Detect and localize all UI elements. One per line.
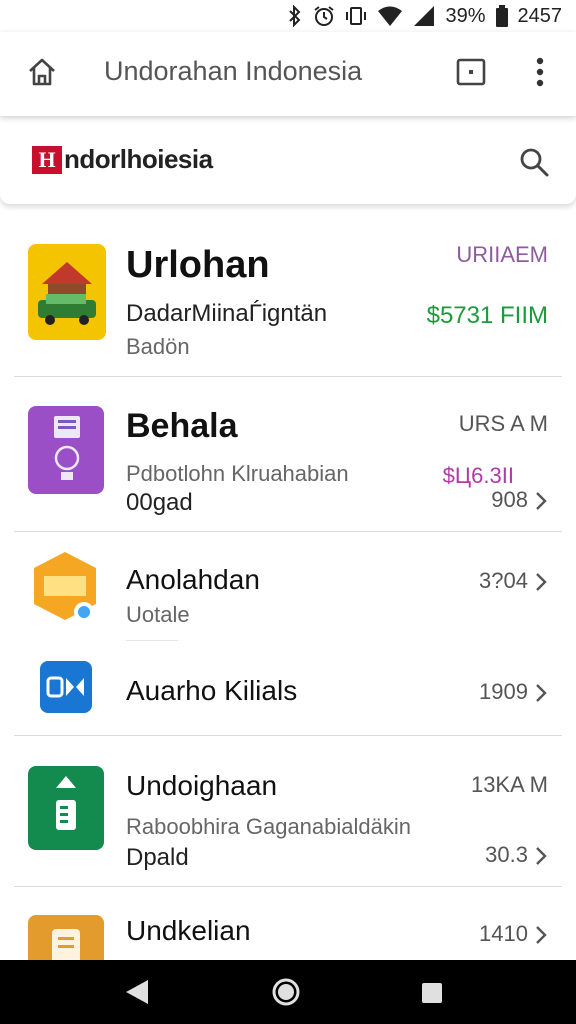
wifi-icon: [378, 6, 403, 26]
signal-icon: [414, 6, 435, 26]
list-item[interactable]: Anolahdan Uotale 3?04: [0, 532, 576, 640]
app-icon: [28, 915, 104, 960]
chevron-right-icon[interactable]: [534, 571, 548, 593]
item-detail: Badön: [126, 334, 190, 359]
list-item[interactable]: Behala Pdbotlohn Klruahabian 00gad URS A…: [0, 377, 576, 531]
item-count: 3?04: [479, 568, 528, 593]
item-meta-bottom: 908: [491, 487, 548, 513]
logo-text: ndorlhoiesia: [64, 144, 213, 174]
site-header: H ndorlhoiesia: [0, 118, 576, 204]
item-count: 908: [491, 487, 528, 512]
item-meta-bottom: 30.3: [485, 842, 548, 868]
browser-toolbar: Undorahan Indonesia: [0, 32, 576, 116]
chevron-right-icon[interactable]: [534, 682, 548, 704]
list-item[interactable]: Urlohan DadarMiinaЃigntän Badön URIIAEM …: [0, 206, 576, 376]
battery-percent: 39%: [445, 4, 486, 27]
item-count: 30.3: [485, 842, 528, 867]
document-icon: [28, 766, 104, 850]
clock-time: 2457: [517, 4, 563, 27]
item-name: Anolahdan: [126, 564, 260, 595]
site-logo[interactable]: H ndorlhoiesia: [32, 144, 213, 175]
item-subtitle: DadarMiinaЃigntän: [126, 300, 328, 327]
bluetooth-icon: [289, 5, 301, 27]
item-price: $Ц6.3II: [442, 463, 514, 488]
item-count: 1410: [479, 921, 528, 946]
chevron-right-icon[interactable]: [534, 490, 548, 512]
device-icon: [28, 406, 104, 494]
badge-icon: [32, 550, 98, 624]
item-meta-top: URIIAEM: [456, 242, 548, 267]
item-count: 1909: [479, 679, 528, 704]
page-title: Undorahan Indonesia: [104, 56, 363, 86]
search-icon[interactable]: [518, 146, 550, 178]
recents-icon[interactable]: [420, 981, 444, 1005]
item-meta-top-wrap: 3?04: [479, 568, 548, 594]
logo-mark: H: [32, 145, 62, 174]
item-meta-top-wrap: 1909: [479, 679, 548, 705]
tab-icon[interactable]: [455, 56, 487, 88]
home-icon[interactable]: [26, 56, 58, 88]
item-meta-top: 13KA M: [470, 772, 548, 797]
item-subtitle: Pdbotlohn Klruahabian: [126, 461, 349, 486]
item-detail: Uotale: [126, 602, 190, 627]
chevron-right-icon[interactable]: [534, 845, 548, 867]
vibrate-icon: [346, 7, 367, 25]
list-item[interactable]: Undoighaan Raboobhira Gaganabialdäkin Dp…: [0, 736, 576, 886]
alarm-icon: [314, 6, 335, 26]
more-vert-icon[interactable]: [526, 54, 554, 90]
item-name: Urlohan: [126, 244, 270, 286]
house-car-icon: [28, 244, 106, 340]
item-detail: 00gad: [126, 489, 193, 516]
list-item[interactable]: Auarho Kilials 1909: [0, 641, 576, 735]
status-bar: 39% 2457: [0, 0, 576, 32]
item-subtitle: Raboobhira Gaganabialdäkin: [126, 814, 411, 839]
item-detail: Dpald: [126, 844, 189, 871]
back-icon[interactable]: [124, 978, 150, 1006]
battery-icon: [495, 5, 508, 27]
item-name: Auarho Kilials: [126, 675, 298, 706]
item-price: $5731 FIIM: [426, 302, 548, 329]
item-name: Undkelian: [126, 915, 251, 946]
item-name: Behala: [126, 407, 238, 445]
video-icon: [40, 661, 92, 713]
chevron-right-icon[interactable]: [534, 924, 548, 946]
item-meta-top: URS A M: [458, 411, 548, 436]
item-name: Undoighaan: [126, 770, 278, 801]
home-circle-icon[interactable]: [271, 977, 301, 1007]
list-item[interactable]: Undkelian 1410: [0, 887, 576, 960]
item-meta-top-wrap: 1410: [479, 921, 548, 947]
system-nav-bar: [0, 960, 576, 1024]
